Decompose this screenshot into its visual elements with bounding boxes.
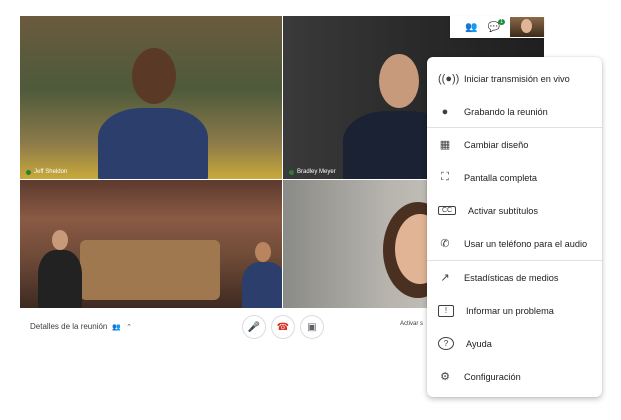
stats-icon: ↗ (440, 272, 450, 284)
participant-name: Jeff Sheldon (34, 169, 68, 175)
people-icon[interactable]: 👥 (465, 22, 477, 33)
menu-item-label: Iniciar transmisión en vivo (464, 73, 570, 84)
menu-item-phone-audio[interactable]: ✆ Usar un teléfono para el audio (427, 227, 602, 260)
top-bar: 👥 💬 1 (450, 16, 544, 38)
camera-icon: ▣ (307, 321, 317, 333)
fullscreen-icon: ⛶ (441, 171, 449, 183)
camera-button[interactable]: ▣ (300, 315, 324, 339)
grid-layout-icon: ▦ (439, 139, 451, 151)
participant-name: Bradley Meyer (297, 169, 336, 175)
self-view-head (521, 19, 532, 33)
record-dot-icon: ● (441, 105, 449, 118)
menu-item-help[interactable]: ? Ayuda (427, 327, 602, 360)
report-problem-icon: ! (438, 304, 454, 317)
mic-active-icon (26, 169, 31, 175)
broadcast-icon: ((●)) (438, 72, 460, 85)
conference-table (80, 240, 220, 300)
menu-item-label: Grabando la reunión (464, 106, 548, 117)
settings-icon: ⚙ (440, 371, 450, 383)
microphone-icon: 🎤 (247, 321, 261, 333)
participant-figure (98, 108, 208, 179)
menu-item-label: Activar subtítulos (468, 205, 538, 216)
menu-item-media-stats[interactable]: ↗ Estadísticas de medios (427, 261, 602, 294)
meeting-details-label: Detalles de la reunión (30, 322, 108, 331)
participant-label: Bradley Meyer (289, 169, 336, 175)
menu-item-report-problem[interactable]: ! Informar un problema (427, 294, 602, 327)
more-options-menu: ((●)) Iniciar transmisión en vivo ● Grab… (427, 57, 602, 397)
chat-icon[interactable]: 💬 1 (488, 18, 505, 33)
captions-icon: CC (438, 206, 456, 215)
menu-item-label: Configuración (464, 371, 521, 382)
chevron-up-icon: ⌃ (126, 323, 132, 331)
meeting-details[interactable]: Detalles de la reunión 👥 ⌃ (30, 322, 132, 331)
phone-audio-icon: ✆ (440, 238, 450, 250)
mic-active-icon (289, 169, 294, 175)
menu-item-captions[interactable]: CC Activar subtítulos (427, 194, 602, 227)
menu-item-label: Pantalla completa (464, 172, 538, 183)
menu-item-fullscreen[interactable]: ⛶ Pantalla completa (427, 161, 602, 194)
microphone-button[interactable]: 🎤 (242, 315, 266, 339)
help-icon: ? (438, 337, 454, 350)
menu-item-change-layout[interactable]: ▦ Cambiar diseño (427, 128, 602, 161)
menu-item-label: Usar un teléfono para el audio (464, 238, 588, 249)
participant-head (132, 48, 176, 104)
self-view-thumbnail[interactable] (510, 17, 544, 37)
participant-head (255, 242, 271, 262)
menu-item-label: Cambiar diseño (464, 139, 529, 150)
participant-label: Jeff Sheldon (26, 169, 67, 175)
hangup-button[interactable]: ☎ (271, 315, 295, 339)
participant-figure (38, 250, 82, 308)
participant-figure (242, 262, 282, 308)
menu-item-label: Informar un problema (466, 305, 554, 316)
menu-item-recording[interactable]: ● Grabando la reunión (427, 95, 602, 128)
chat-badge: 1 (498, 18, 505, 25)
menu-item-label: Estadísticas de medios (464, 272, 559, 283)
menu-item-live-stream[interactable]: ((●)) Iniciar transmisión en vivo (427, 62, 602, 95)
captions-peek-label: Activar s (400, 321, 424, 327)
menu-item-settings[interactable]: ⚙ Configuración (427, 360, 602, 393)
participant-head (52, 230, 68, 250)
hangup-icon: ☎ (276, 321, 290, 333)
participant-tile-3[interactable] (20, 180, 282, 308)
menu-item-label: Ayuda (466, 338, 492, 349)
participant-head (379, 54, 419, 108)
participant-tile-1[interactable]: Jeff Sheldon (20, 16, 282, 179)
captions-toggle-peek[interactable]: Activar s (400, 321, 423, 328)
people-small-icon: 👥 (112, 323, 122, 331)
